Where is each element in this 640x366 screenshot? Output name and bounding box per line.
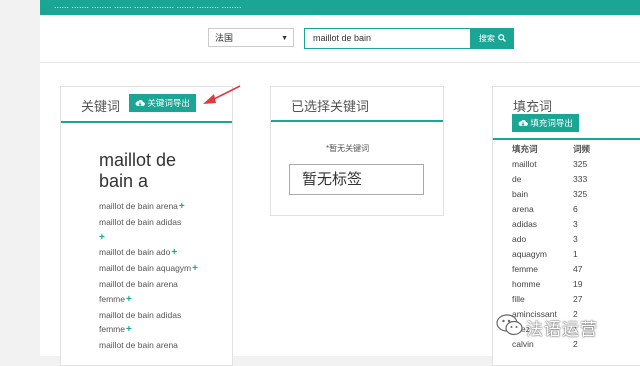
add-icon[interactable]: + bbox=[179, 201, 185, 212]
cloud-download-icon bbox=[518, 119, 528, 126]
keyword-item-text: maillot de bain arena bbox=[99, 340, 178, 351]
frequency-cell: 19 bbox=[573, 279, 583, 289]
selected-panel-title: 已选择关键词 bbox=[291, 99, 370, 114]
search-button-label: 搜索 bbox=[478, 34, 495, 43]
main-keyword: maillot de bain a bbox=[99, 150, 177, 191]
frequency-cell: 6 bbox=[573, 204, 578, 214]
top-banner: ...... ....... ........ ....... ...... .… bbox=[40, 0, 640, 15]
word-cell: femme bbox=[512, 264, 538, 274]
frequency-cell: 333 bbox=[573, 174, 588, 184]
word-cell: ado bbox=[512, 234, 527, 244]
add-icon[interactable]: + bbox=[126, 324, 132, 335]
word-cell: de bbox=[512, 174, 522, 184]
keyword-item: maillot de bain aquagym+ bbox=[99, 261, 199, 277]
keyword-export-label: 关键词导出 bbox=[147, 98, 190, 108]
keywords-panel-title: 关键词 bbox=[81, 99, 121, 114]
keyword-item: maillot de bain adidas + bbox=[99, 215, 199, 246]
frequency-cell: 47 bbox=[573, 264, 583, 274]
column-header-frequency: 词频 bbox=[573, 144, 591, 154]
keyword-item-text: maillot de bain arena femme bbox=[99, 278, 178, 304]
keyword-item-text: maillot de bain aquagym bbox=[99, 263, 192, 274]
search-icon bbox=[498, 34, 507, 42]
frequency-cell: 27 bbox=[573, 294, 583, 304]
keyword-item: maillot de bain arena+ bbox=[99, 199, 199, 215]
filler-panel-title: 填充词 bbox=[513, 99, 553, 114]
add-icon[interactable]: + bbox=[192, 263, 198, 274]
country-select[interactable]: 法国 ▼ bbox=[208, 28, 294, 47]
banner-text: ...... ....... ........ ....... ...... .… bbox=[54, 0, 242, 10]
word-cell: aquagym bbox=[512, 249, 547, 259]
chevron-down-icon: ▼ bbox=[281, 35, 288, 42]
word-cell: adidas bbox=[512, 219, 538, 229]
word-cell: bain bbox=[512, 189, 529, 199]
keyword-item-text: maillot de bain ado bbox=[99, 247, 171, 258]
no-keywords-note: *暂无关键词 bbox=[326, 144, 370, 153]
cloud-download-icon bbox=[135, 99, 145, 106]
watermark: 法语运营 bbox=[496, 311, 620, 341]
country-select-value: 法国 bbox=[215, 33, 234, 43]
add-icon[interactable]: + bbox=[126, 294, 132, 305]
search-button[interactable]: 搜索 bbox=[471, 28, 514, 49]
filler-export-button[interactable]: 填充词导出 bbox=[512, 114, 579, 132]
word-cell: fille bbox=[512, 294, 525, 304]
frequency-cell: 1 bbox=[573, 249, 578, 259]
word-cell: arena bbox=[512, 204, 534, 214]
word-cell: maillot bbox=[512, 159, 537, 169]
filler-export-label: 填充词导出 bbox=[530, 118, 573, 128]
keyword-item-text: maillot de bain adidas bbox=[99, 216, 182, 227]
keyword-item: maillot de bain adidas femme+ bbox=[99, 308, 199, 339]
wechat-icon bbox=[496, 314, 523, 336]
watermark-text: 法语运营 bbox=[526, 320, 598, 339]
keyword-item: maillot de bain arena bbox=[99, 338, 199, 353]
add-icon[interactable]: + bbox=[99, 232, 105, 243]
search-input[interactable]: maillot de bain bbox=[304, 28, 471, 49]
keyword-item-text: maillot de bain adidas femme bbox=[99, 309, 182, 335]
keyword-export-button[interactable]: 关键词导出 bbox=[129, 94, 196, 112]
frequency-cell: 325 bbox=[573, 189, 588, 199]
section-divider bbox=[40, 62, 640, 63]
frequency-cell: 3 bbox=[573, 234, 578, 244]
keyword-item-text: maillot de bain arena bbox=[99, 201, 178, 211]
keyword-item: maillot de bain ado+ bbox=[99, 245, 199, 261]
column-header-word: 填充词 bbox=[512, 144, 538, 154]
keyword-list: maillot de bain arena+ maillot de bain a… bbox=[99, 199, 199, 353]
keyword-item: maillot de bain arena femme+ bbox=[99, 277, 199, 308]
frequency-cell: 325 bbox=[573, 159, 588, 169]
word-cell: homme bbox=[512, 279, 541, 289]
add-icon[interactable]: + bbox=[171, 247, 177, 258]
tag-box: 暂无标签 bbox=[289, 164, 424, 195]
frequency-cell: 3 bbox=[573, 219, 578, 229]
